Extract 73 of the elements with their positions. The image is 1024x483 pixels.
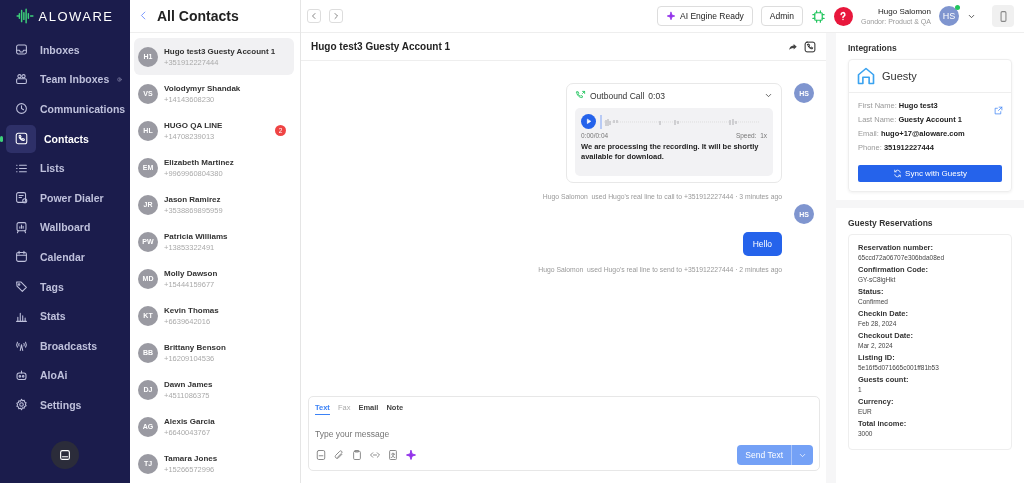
user-name: Hugo Salomon	[877, 5, 931, 17]
contact-name: Molly Dawson	[164, 268, 218, 278]
nav-item[interactable]: Communications	[0, 94, 130, 124]
message-bubble: Hello	[742, 232, 782, 257]
chevron-left-icon	[310, 12, 318, 20]
contact-name: Hugo test3 Guesty Account 1	[164, 46, 276, 56]
sparkle-icon	[405, 449, 417, 461]
broadcast-icon	[14, 339, 28, 353]
admin-button[interactable]: Admin	[760, 6, 803, 26]
nav-item[interactable]: Settings	[0, 390, 130, 420]
forward-arrow-button[interactable]	[329, 9, 343, 23]
nav-item[interactable]: Inboxes	[0, 35, 130, 65]
team-inbox-icon	[14, 72, 28, 86]
tag-icon	[14, 280, 28, 294]
clock-icon	[14, 102, 28, 116]
phone-icon	[804, 40, 816, 53]
contact-card-icon	[387, 449, 399, 461]
clipboard-icon	[351, 449, 363, 461]
dialer-icon	[14, 191, 28, 205]
play-button[interactable]	[581, 114, 596, 129]
wallboard-icon	[14, 220, 28, 234]
phone-icon	[14, 132, 28, 146]
contact-name: HUGO QA LINE	[164, 120, 223, 130]
back-arrow-button[interactable]	[307, 9, 321, 23]
nav-item[interactable]: Tags	[0, 271, 130, 302]
page-title: All Contacts	[157, 8, 239, 24]
call-duration: 0:03	[648, 90, 665, 101]
sync-button[interactable]: Sync with Guesty	[858, 165, 1002, 182]
panel-title: Integrations	[848, 43, 898, 53]
provider-name: Guesty	[882, 70, 917, 82]
logo-text: ALOWARE	[38, 8, 114, 24]
contact-name: Patricia Williams	[164, 231, 228, 241]
settings-icon	[14, 398, 28, 412]
play-icon	[584, 117, 593, 126]
code-arrows-icon	[369, 449, 381, 461]
nav-item[interactable]: Calendar	[0, 242, 130, 272]
contact-name: Elizabeth Martinez	[164, 157, 234, 167]
chip-icon	[810, 8, 826, 24]
contact-name: Jason Ramirez	[164, 194, 222, 204]
ai-engine-button[interactable]: AI Engine Ready	[657, 6, 753, 26]
paperclip-icon	[333, 449, 345, 461]
sparkle-icon	[666, 11, 677, 21]
inbox-icon	[14, 43, 28, 57]
contact-name: Tamara Jones	[164, 453, 218, 463]
calendar-icon	[14, 250, 28, 264]
nav-item[interactable]: AloAi	[0, 360, 130, 391]
waveform-logo-icon	[16, 7, 35, 25]
house-icon	[856, 66, 876, 86]
chat-launcher-button[interactable]	[51, 441, 79, 469]
contact-name: Dawn James	[164, 379, 213, 389]
chat-icon	[58, 448, 72, 462]
nav-item[interactable]: Team Inboxes	[0, 64, 130, 95]
outbound-call-icon	[575, 90, 586, 101]
conversation-title: Hugo test3 Guesty Account 1	[311, 41, 451, 52]
contact-name: Kevin Thomas	[164, 305, 219, 315]
help-icon[interactable]	[833, 6, 853, 26]
nav-item[interactable]: Broadcasts	[0, 330, 130, 361]
contact-name: Brittany Benson	[164, 342, 226, 352]
chevron-down-icon	[764, 91, 773, 100]
nav-item[interactable]: Contacts	[0, 123, 130, 154]
chevron-right-icon	[332, 12, 340, 20]
contact-name: Volodymyr Shandak	[164, 83, 241, 93]
nav-item[interactable]: Power Dialer	[0, 182, 130, 213]
contact-name: Alexis Garcia	[164, 416, 215, 426]
refresh-icon	[893, 169, 903, 178]
nav-item[interactable]: Stats	[0, 301, 130, 331]
external-link-icon	[994, 106, 1003, 115]
nav-item[interactable]: Lists	[0, 153, 130, 183]
panel-title: Guesty Reservations	[848, 218, 934, 228]
mobile-phone-icon[interactable]	[992, 5, 1014, 27]
nav-item[interactable]: Wallboard	[0, 212, 130, 243]
call-title: Outbound Call	[590, 90, 645, 101]
robot-icon	[14, 368, 28, 382]
